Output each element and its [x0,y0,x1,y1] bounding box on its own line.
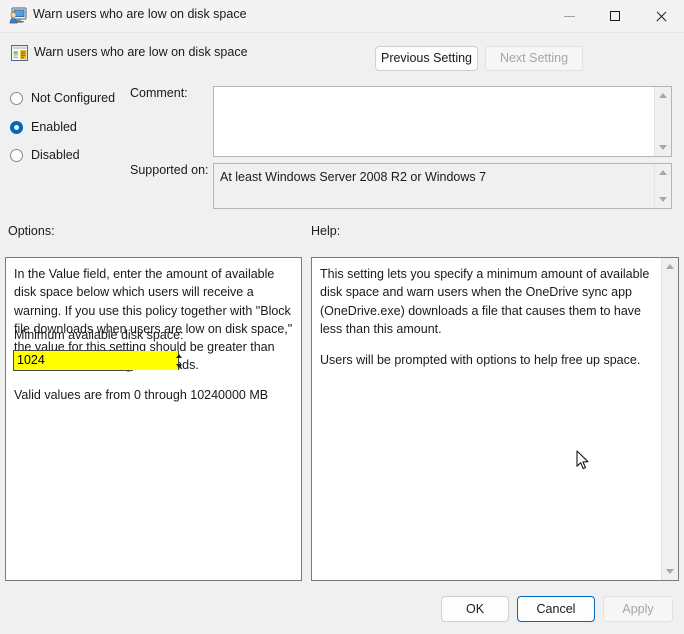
scroll-up-icon[interactable] [666,264,674,269]
maximize-icon [610,11,620,21]
scroll-up-icon[interactable] [659,93,667,98]
radio-enabled-mark [10,120,23,134]
comment-label: Comment: [130,86,188,100]
window-title: Warn users who are low on disk space [33,7,247,21]
radio-not-configured-label: Not Configured [31,91,116,105]
help-paragraph-1: This setting lets you specify a minimum … [320,267,650,336]
radio-disabled[interactable]: Disabled [10,146,80,164]
maximize-button[interactable] [592,0,638,32]
help-scrollbar[interactable] [661,258,678,580]
radio-not-configured[interactable]: Not Configured [10,89,115,107]
comment-textbox[interactable] [213,86,672,157]
supported-on-value: At least Windows Server 2008 R2 or Windo… [220,170,487,184]
help-body: This setting lets you specify a minimum … [320,265,656,369]
policy-monitor-icon [9,7,27,24]
close-icon [655,10,667,22]
minimum-disk-space-label: Minimum available disk space: [14,328,184,342]
radio-not-configured-mark [10,91,23,105]
supported-on-scrollbar[interactable] [654,164,671,208]
comment-scrollbar[interactable] [654,87,671,156]
help-panel: This setting lets you specify a minimum … [311,257,679,581]
close-button[interactable] [638,0,684,32]
supported-on-textbox[interactable]: At least Windows Server 2008 R2 or Windo… [213,163,672,209]
help-paragraph-2: Users will be prompted with options to h… [320,353,641,367]
help-label: Help: [311,224,341,238]
scroll-down-icon[interactable] [666,569,674,574]
minimize-icon [563,15,575,17]
spinner-buttons [175,351,182,370]
radio-disabled-mark [10,148,23,162]
scroll-down-icon[interactable] [659,197,667,202]
options-paragraph-2: Valid values are from 0 through 10240000… [14,387,269,402]
setting-title: Warn users who are low on disk space [34,45,248,59]
radio-enabled-label: Enabled [31,120,77,134]
apply-button[interactable]: Apply [603,596,673,622]
previous-setting-button[interactable]: Previous Setting [375,46,478,71]
group-policy-setting-icon [11,45,28,61]
window-controls [546,0,684,32]
radio-enabled[interactable]: Enabled [10,118,77,136]
scroll-up-icon[interactable] [659,170,667,175]
ok-button[interactable]: OK [441,596,509,622]
options-label: Options: [8,224,55,238]
next-setting-button[interactable]: Next Setting [485,46,583,71]
cancel-button[interactable]: Cancel [517,596,595,622]
title-bar[interactable]: Warn users who are low on disk space [0,0,684,33]
minimum-disk-space-spinner[interactable] [13,350,182,371]
supported-on-label: Supported on: [130,163,209,177]
minimize-button[interactable] [546,0,592,32]
options-panel: In the Value field, enter the amount of … [5,257,302,581]
scroll-down-icon[interactable] [659,145,667,150]
minimum-disk-space-input[interactable] [14,351,178,370]
radio-disabled-label: Disabled [31,148,80,162]
